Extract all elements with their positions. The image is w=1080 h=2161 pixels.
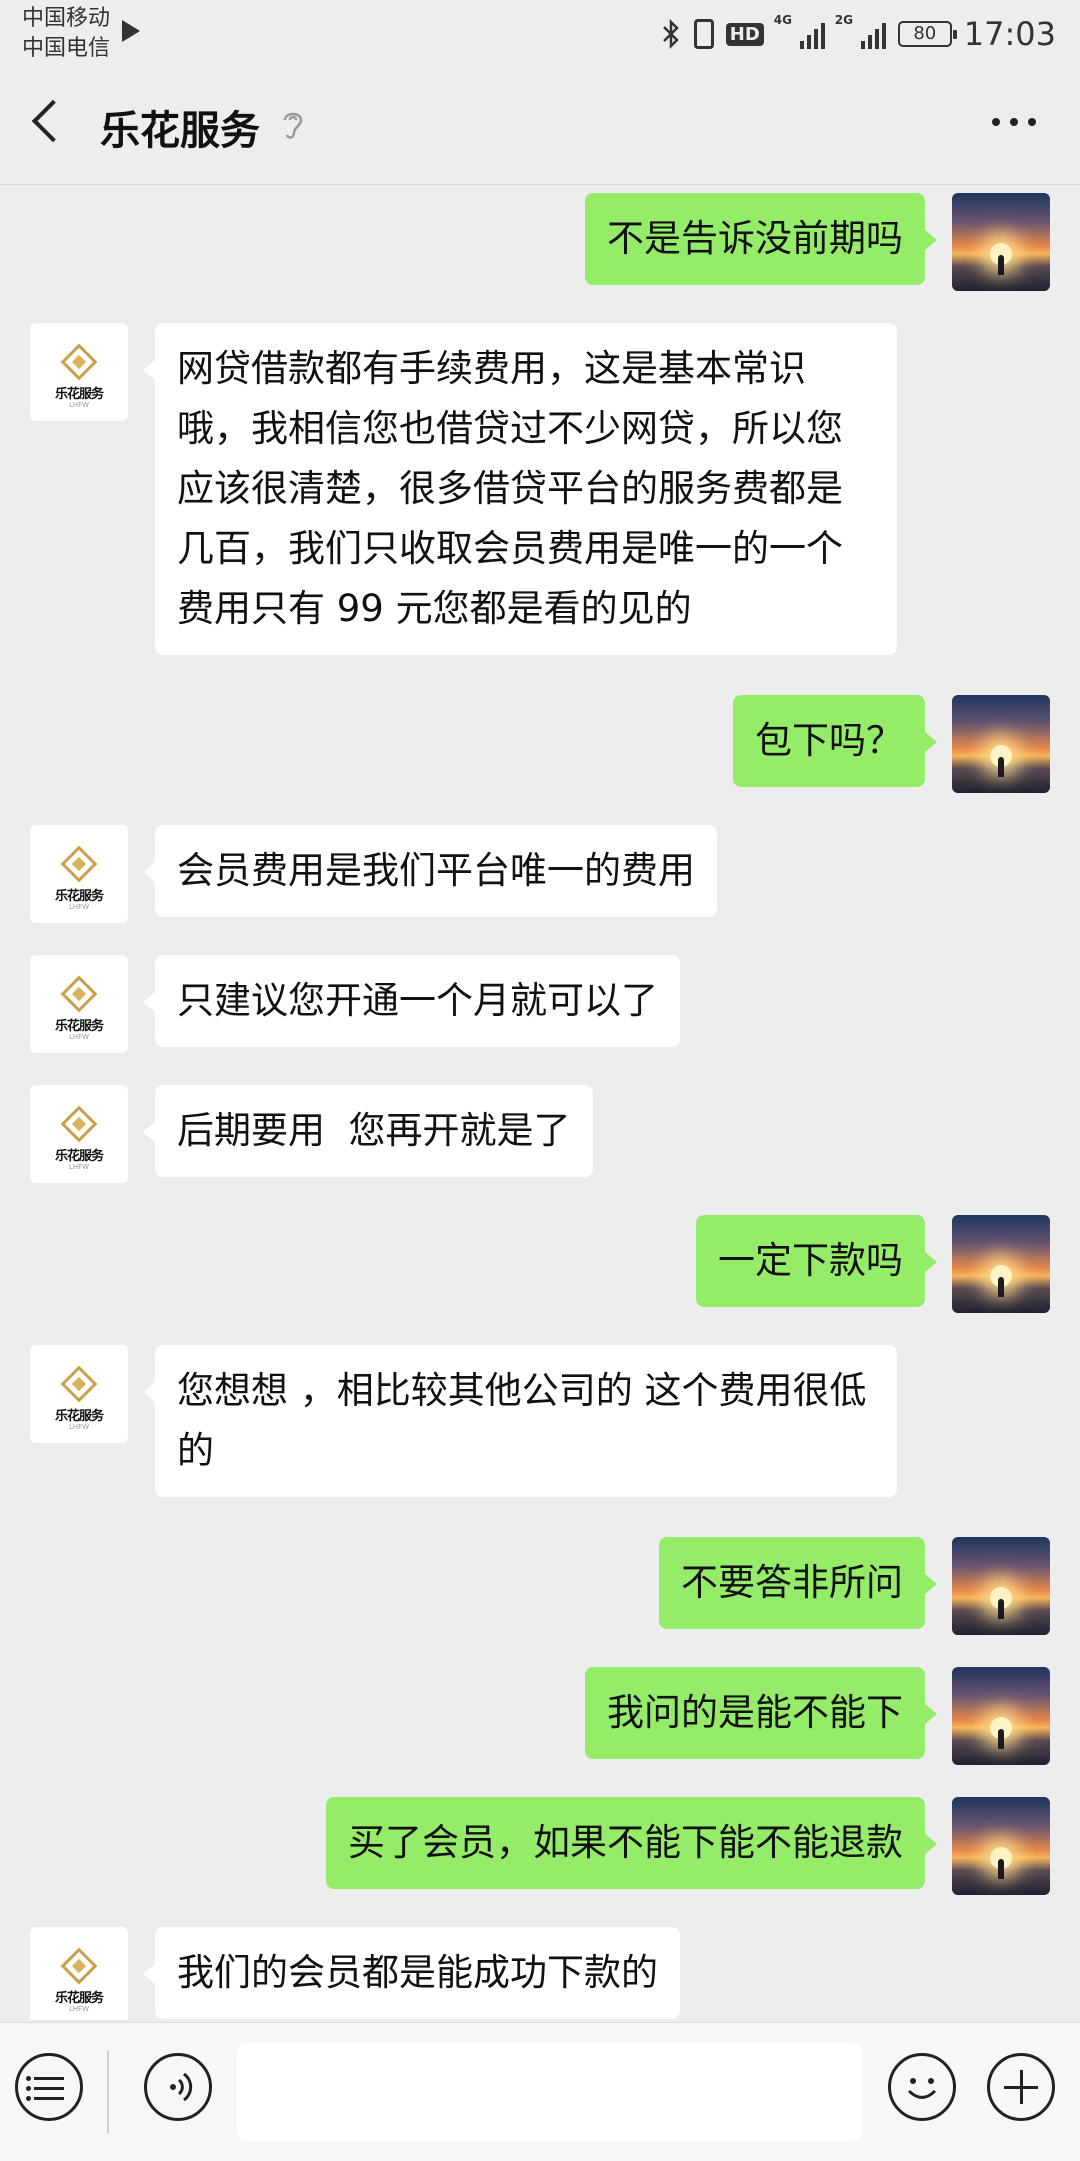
more-icon[interactable] <box>992 118 1036 126</box>
bot-message-bubble[interactable]: 您想想 ，相比较其他公司的 这个费用很低的 <box>143 1345 897 1497</box>
my-avatar[interactable] <box>952 1215 1050 1313</box>
status-bar: 中国移动 中国电信 HD 4G 2G 80 17:03 <box>0 0 1080 70</box>
my-message-bubble[interactable]: 买了会员，如果不能下能不能退款 <box>326 1797 937 1889</box>
my-message-bubble[interactable]: 不是告诉没前期吗 <box>585 193 937 285</box>
signal-2g-label: 2G <box>834 13 853 27</box>
bot-avatar[interactable]: 乐花服务 LHFW <box>30 825 128 923</box>
chat-header: 乐花服务 <box>0 70 1080 185</box>
my-message-bubble[interactable]: 包下吗？ <box>733 695 937 787</box>
bot-message-bubble[interactable]: 只建议您开通一个月就可以了 <box>143 955 680 1047</box>
logo-text: 乐花服务 <box>54 889 104 904</box>
carrier-1: 中国移动 <box>22 6 111 31</box>
bot-avatar[interactable]: 乐花服务 LHFW <box>30 955 128 1053</box>
play-icon <box>122 20 140 42</box>
logo-diamond-icon <box>60 1365 98 1403</box>
vibrate-icon <box>693 19 714 49</box>
logo-diamond-icon <box>60 343 98 381</box>
bot-message-bubble[interactable]: 网贷借款都有手续费用，这是基本常识哦，我相信您也借贷过不少网贷，所以您应该很清楚… <box>143 323 897 655</box>
battery-icon: 80 <box>897 21 957 47</box>
logo-text: 乐花服务 <box>54 1149 104 1164</box>
logo-subtext: LHFW <box>68 903 90 911</box>
message-input[interactable] <box>237 2043 862 2141</box>
bot-message-bubble[interactable]: 我们的会员都是能成功下款的 <box>143 1927 680 2019</box>
logo-diamond-icon <box>60 1105 98 1143</box>
message-list[interactable]: 不是告诉没前期吗 乐花服务 LHFW 网贷借款都有手续费用，这是基本常识哦，我相… <box>0 185 1080 2020</box>
logo-subtext: LHFW <box>68 401 90 409</box>
my-avatar[interactable] <box>952 1537 1050 1635</box>
logo-subtext: LHFW <box>68 1423 90 1431</box>
chat-title: 乐花服务 <box>100 108 260 154</box>
logo-text: 乐花服务 <box>54 1019 104 1034</box>
bot-avatar[interactable]: 乐花服务 LHFW <box>30 1085 128 1183</box>
carrier-2: 中国电信 <box>22 36 111 61</box>
divider <box>107 2051 109 2133</box>
bluetooth-icon <box>662 18 679 50</box>
logo-text: 乐花服务 <box>54 387 104 402</box>
signal-4g-label: 4G <box>773 13 792 27</box>
logo-subtext: LHFW <box>68 1163 90 1171</box>
logo-diamond-icon <box>60 975 98 1013</box>
my-message-bubble[interactable]: 不要答非所问 <box>659 1537 937 1629</box>
my-avatar[interactable] <box>952 193 1050 291</box>
logo-text: 乐花服务 <box>54 1409 104 1424</box>
my-message-bubble[interactable]: 我问的是能不能下 <box>585 1667 937 1759</box>
plus-icon[interactable] <box>987 2053 1055 2121</box>
logo-subtext: LHFW <box>68 1033 90 1041</box>
logo-diamond-icon <box>60 1947 98 1985</box>
logo-diamond-icon <box>60 845 98 883</box>
bot-avatar[interactable]: 乐花服务 LHFW <box>30 1927 128 2020</box>
ear-icon <box>283 112 303 139</box>
signal-2g-icon: 2G <box>835 13 886 49</box>
logo-text: 乐花服务 <box>54 1991 104 2006</box>
voice-icon[interactable] <box>144 2053 212 2121</box>
my-message-bubble[interactable]: 一定下款吗 <box>696 1215 937 1307</box>
emoji-icon[interactable] <box>888 2053 956 2121</box>
my-avatar[interactable] <box>952 1797 1050 1895</box>
back-arrow-icon[interactable] <box>31 99 75 143</box>
status-icons: HD 4G 2G 80 17:03 <box>660 13 1056 54</box>
signal-4g-icon: 4G <box>774 13 825 49</box>
my-avatar[interactable] <box>952 695 1050 793</box>
bot-avatar[interactable]: 乐花服务 LHFW <box>30 323 128 421</box>
hd-icon: HD <box>725 22 764 46</box>
menu-icon[interactable] <box>15 2053 83 2121</box>
bot-message-bubble[interactable]: 后期要用 您再开就是了 <box>143 1085 593 1177</box>
bot-message-bubble[interactable]: 会员费用是我们平台唯一的费用 <box>143 825 717 917</box>
my-avatar[interactable] <box>952 1667 1050 1765</box>
input-bar <box>0 2022 1080 2161</box>
bot-avatar[interactable]: 乐花服务 LHFW <box>30 1345 128 1443</box>
clock: 17:03 <box>963 15 1056 53</box>
logo-subtext: LHFW <box>68 2005 90 2013</box>
